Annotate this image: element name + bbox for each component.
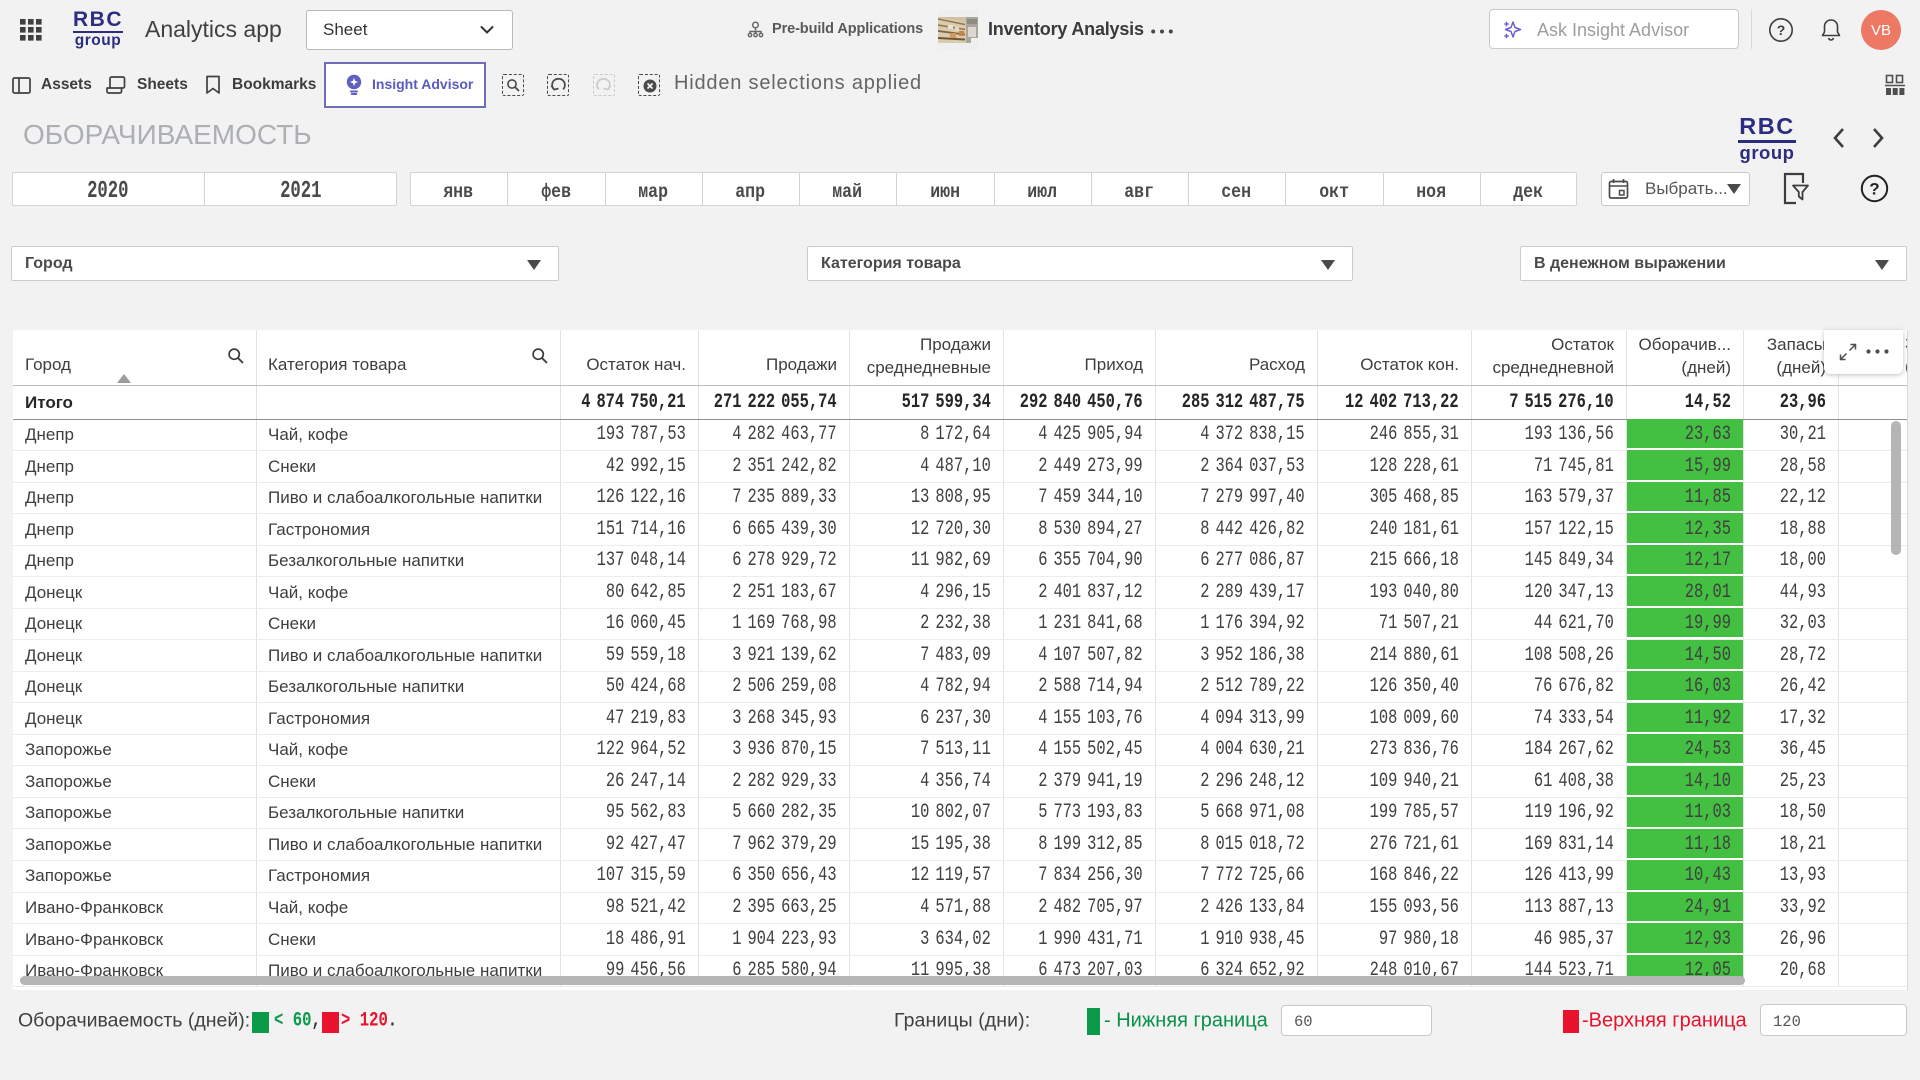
svg-text:?: ?	[1869, 180, 1879, 199]
svg-text:?: ?	[1777, 22, 1786, 38]
